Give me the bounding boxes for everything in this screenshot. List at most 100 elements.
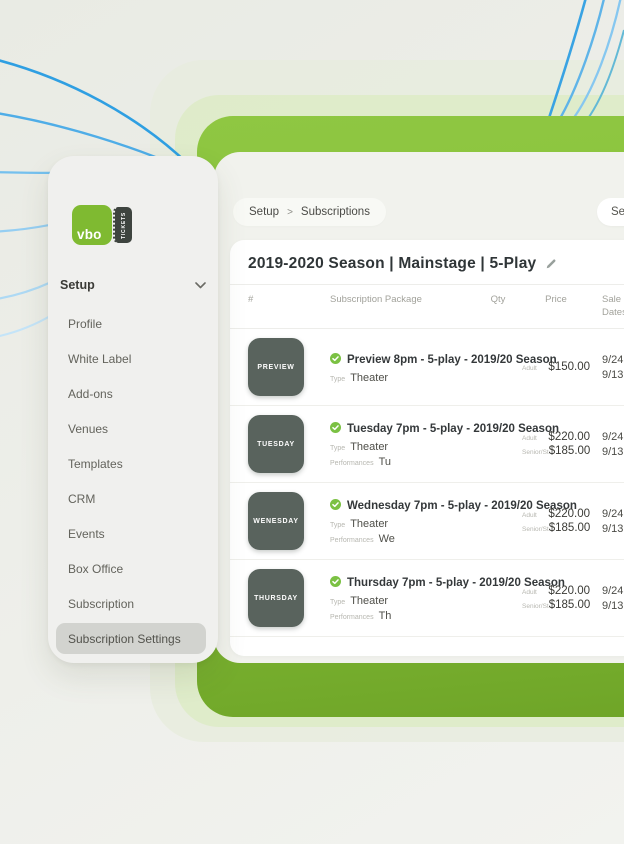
day-badge: PREVIEW [248,338,304,396]
type-value: Theater [350,518,388,530]
price-line: Adult $150.00 [522,361,590,373]
breadcrumb[interactable]: Setup > Subscriptions [233,198,386,226]
status-check-icon [330,574,341,592]
price-line: Adult $220.00 [522,585,590,597]
sale-dates-cell: 9/24 9/13 [602,431,624,458]
sale-date: 9/24 [602,354,624,366]
breadcrumb-setup[interactable]: Setup [249,206,279,218]
price-line: Senior/St$185.00 [522,522,590,534]
package-cell: Thursday 7pm - 5-play - 2019/20 Season T… [330,574,466,622]
sale-dates-cell: 9/24 9/13 [602,508,624,535]
performances-value: We [379,533,395,545]
price-tier-label: Adult [522,435,537,442]
price-value: $185.00 [549,522,591,534]
sidebar-section-label: Setup [60,278,95,292]
badge-cell: TUESDAY [248,415,304,473]
main-panel: Setup > Subscriptions Se 2019-2020 Seaso… [214,152,624,663]
package-cell: Wednesday 7pm - 5-play - 2019/20 Season … [330,497,466,545]
type-label: Type [330,599,345,606]
price-line: Adult $220.00 [522,508,590,520]
sale-date: 9/24 [602,585,624,597]
sidebar-item-templates[interactable]: Templates [48,446,218,481]
sidebar-item-add-ons[interactable]: Add-ons [48,376,218,411]
table-row[interactable]: PREVIEW Preview 8pm - 5-play - 2019/20 S… [230,329,624,406]
sidebar-item-profile[interactable]: Profile [48,306,218,341]
type-value: Theater [350,372,388,384]
day-badge: THURSDAY [248,569,304,627]
season-button[interactable]: Se [597,198,624,226]
performances-label: Performances [330,614,374,621]
price-tier-label: Senior/St [522,603,549,610]
status-check-icon [330,351,341,369]
price-cell: Adult $220.00 Senior/St$185.00 [522,508,590,534]
card-title-row: 2019-2020 Season | Mainstage | 5-Play [230,240,624,285]
status-check-icon [330,420,341,438]
column-package: Subscription Package [330,293,466,306]
price-cell: Adult $220.00 Senior/St$185.00 [522,585,590,611]
chevron-down-icon [195,278,206,292]
type-value: Theater [350,441,388,453]
sale-dates-cell: 9/24 9/13 [602,585,624,612]
vbo-logo-text: vbo [77,227,102,242]
badge-cell: WENESDAY [248,492,304,550]
sale-date: 9/13 [602,600,624,612]
table-row[interactable]: WENESDAY Wednesday 7pm - 5-play - 2019/2… [230,483,624,560]
type-value: Theater [350,595,388,607]
table-body: PREVIEW Preview 8pm - 5-play - 2019/20 S… [230,329,624,637]
sidebar-item-subscription[interactable]: Subscription [48,586,218,621]
price-tier-label: Senior/St [522,449,549,456]
price-value: $220.00 [548,508,590,520]
price-value: $150.00 [548,361,590,373]
status-check-icon [330,497,341,515]
sidebar-item-subscription-settings[interactable]: Subscription Settings [56,623,206,654]
sidebar-item-white-label[interactable]: White Label [48,341,218,376]
sale-date: 9/24 [602,508,624,520]
price-cell: Adult $220.00 Senior/St$185.00 [522,431,590,457]
sidebar-section-setup[interactable]: Setup [60,278,206,292]
column-qty: Qty [474,293,522,306]
sidebar-item-box-office[interactable]: Box Office [48,551,218,586]
day-badge: TUESDAY [248,415,304,473]
price-tier-label: Senior/St [522,526,549,533]
type-label: Type [330,522,345,529]
subscriptions-card: 2019-2020 Season | Mainstage | 5-Play # … [230,240,624,656]
breadcrumb-subscriptions[interactable]: Subscriptions [301,206,370,218]
sidebar-item-venues[interactable]: Venues [48,411,218,446]
badge-cell: THURSDAY [248,569,304,627]
vbo-logo-mark: vbo [72,205,112,245]
sidebar-item-events[interactable]: Events [48,516,218,551]
sidebar: vbo TICKETS Setup ProfileWhite LabelAdd-… [48,156,218,663]
type-label: Type [330,376,345,383]
vbo-logo: vbo TICKETS [72,205,132,245]
sidebar-menu: ProfileWhite LabelAdd-onsVenuesTemplates… [48,306,218,656]
price-value: $220.00 [548,585,590,597]
price-tier-label: Adult [522,512,537,519]
table-header: # Subscription Package Qty Price Sale Da… [230,285,624,329]
sidebar-item-crm[interactable]: CRM [48,481,218,516]
page-title: 2019-2020 Season | Mainstage | 5-Play [248,255,536,273]
page: Setup > Subscriptions Se 2019-2020 Seaso… [0,0,624,844]
day-badge: WENESDAY [248,492,304,550]
column-price: Price [522,293,590,306]
price-tier-label: Adult [522,589,537,596]
vbo-logo-ticket-stub: TICKETS [113,207,132,243]
column-sale-dates: Sale Dates [602,293,624,319]
edit-icon[interactable] [545,258,557,270]
sale-dates-cell: 9/24 9/13 [602,354,624,381]
sale-date: 9/13 [602,369,624,381]
table-row[interactable]: TUESDAY Tuesday 7pm - 5-play - 2019/20 S… [230,406,624,483]
price-line: Senior/St$185.00 [522,599,590,611]
price-tier-label: Adult [522,365,537,372]
price-line: Senior/St$185.00 [522,445,590,457]
table-row[interactable]: THURSDAY Thursday 7pm - 5-play - 2019/20… [230,560,624,637]
price-line: Adult $220.00 [522,431,590,443]
badge-cell: PREVIEW [248,338,304,396]
price-value: $220.00 [548,431,590,443]
sale-date: 9/13 [602,446,624,458]
sale-date: 9/13 [602,523,624,535]
sale-date: 9/24 [602,431,624,443]
package-cell: Tuesday 7pm - 5-play - 2019/20 Season Ty… [330,420,466,468]
type-label: Type [330,445,345,452]
price-value: $185.00 [549,599,591,611]
package-cell: Preview 8pm - 5-play - 2019/20 Season Ty… [330,351,466,384]
